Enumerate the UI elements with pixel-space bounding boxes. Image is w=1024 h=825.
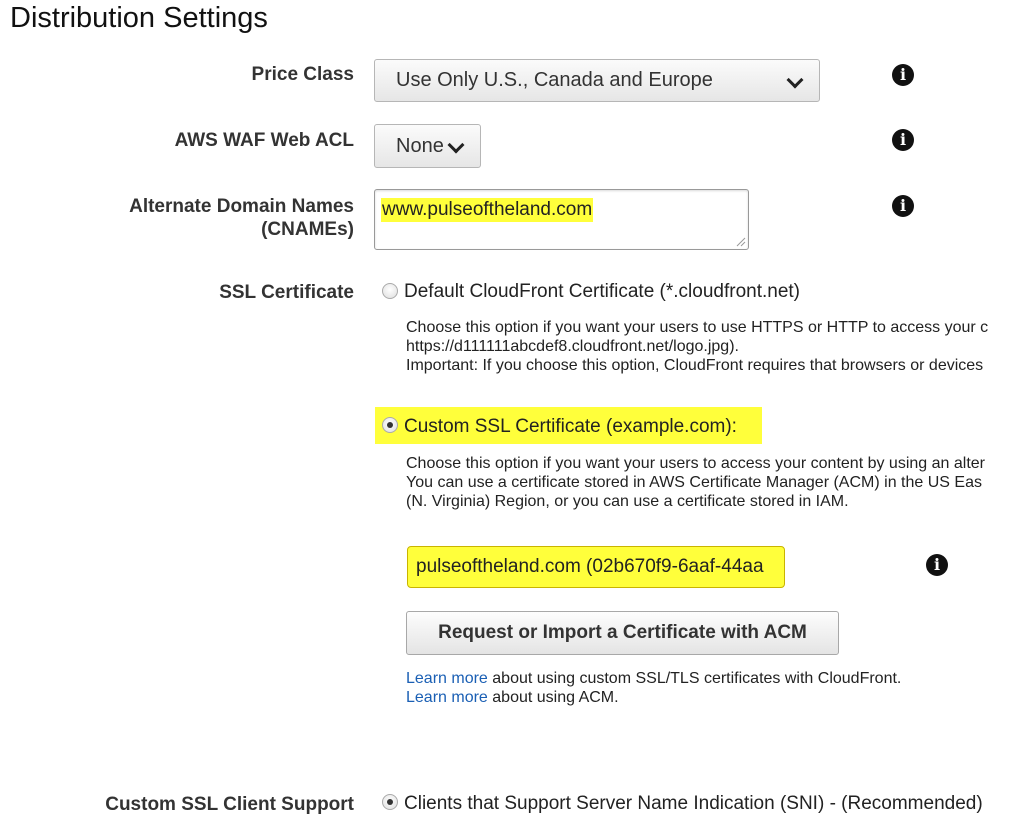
custom-certificate-desc-2: You can use a certificate stored in AWS …: [406, 474, 982, 491]
learn-more-link[interactable]: Learn more: [406, 670, 488, 687]
waf-label: AWS WAF Web ACL: [174, 130, 354, 151]
default-certificate-desc-2: https://d111111abcdef8.cloudfront.net/lo…: [406, 338, 739, 355]
info-icon[interactable]: i: [892, 195, 914, 217]
resize-grip-icon[interactable]: [736, 237, 746, 247]
request-certificate-button[interactable]: Request or Import a Certificate with ACM: [406, 611, 839, 655]
client-support-label: Custom SSL Client Support: [105, 794, 354, 815]
chevron-down-icon: [447, 136, 465, 154]
default-certificate-desc-3: Important: If you choose this option, Cl…: [406, 357, 984, 374]
custom-certificate-label[interactable]: Custom SSL Certificate (example.com):: [404, 416, 737, 438]
custom-certificate-desc-1: Choose this option if you want your user…: [406, 455, 985, 472]
info-icon[interactable]: i: [892, 129, 914, 151]
cnames-label-line1: Alternate Domain Names: [129, 196, 354, 217]
learn-more-text: about using custom SSL/TLS certificates …: [487, 670, 902, 687]
cnames-value: www.pulseoftheland.com: [381, 198, 594, 222]
ssl-certificate-label: SSL Certificate: [219, 282, 354, 303]
learn-more-text: about using ACM.: [487, 689, 619, 706]
sni-option-label[interactable]: Clients that Support Server Name Indicat…: [404, 793, 983, 815]
certificate-input[interactable]: pulseoftheland.com (02b670f9-6aaf-44aa: [407, 546, 785, 588]
info-icon[interactable]: i: [926, 554, 948, 576]
price-class-label: Price Class: [251, 64, 354, 85]
price-class-value: Use Only U.S., Canada and Europe: [396, 69, 713, 91]
cnames-label-line2: (CNAMEs): [261, 219, 354, 240]
waf-value: None: [396, 134, 444, 157]
learn-more-link[interactable]: Learn more: [406, 689, 488, 706]
page-title: Distribution Settings: [10, 2, 268, 34]
custom-certificate-desc-3: (N. Virginia) Region, or you can use a c…: [406, 493, 849, 510]
sni-radio[interactable]: [382, 794, 398, 810]
learn-more-line-1: Learn more about using custom SSL/TLS ce…: [406, 669, 901, 689]
learn-more-line-2: Learn more about using ACM.: [406, 688, 619, 708]
default-certificate-desc-1: Choose this option if you want your user…: [406, 319, 989, 336]
waf-select[interactable]: None: [374, 124, 481, 168]
custom-certificate-radio[interactable]: [382, 417, 398, 433]
chevron-down-icon: [786, 71, 804, 89]
price-class-select[interactable]: Use Only U.S., Canada and Europe: [374, 59, 820, 102]
cnames-textarea[interactable]: www.pulseoftheland.com: [374, 189, 749, 250]
certificate-value: pulseoftheland.com (02b670f9-6aaf-44aa: [416, 556, 764, 577]
info-icon[interactable]: i: [892, 64, 914, 86]
default-certificate-label[interactable]: Default CloudFront Certificate (*.cloudf…: [404, 281, 800, 303]
default-certificate-radio[interactable]: [382, 283, 398, 299]
